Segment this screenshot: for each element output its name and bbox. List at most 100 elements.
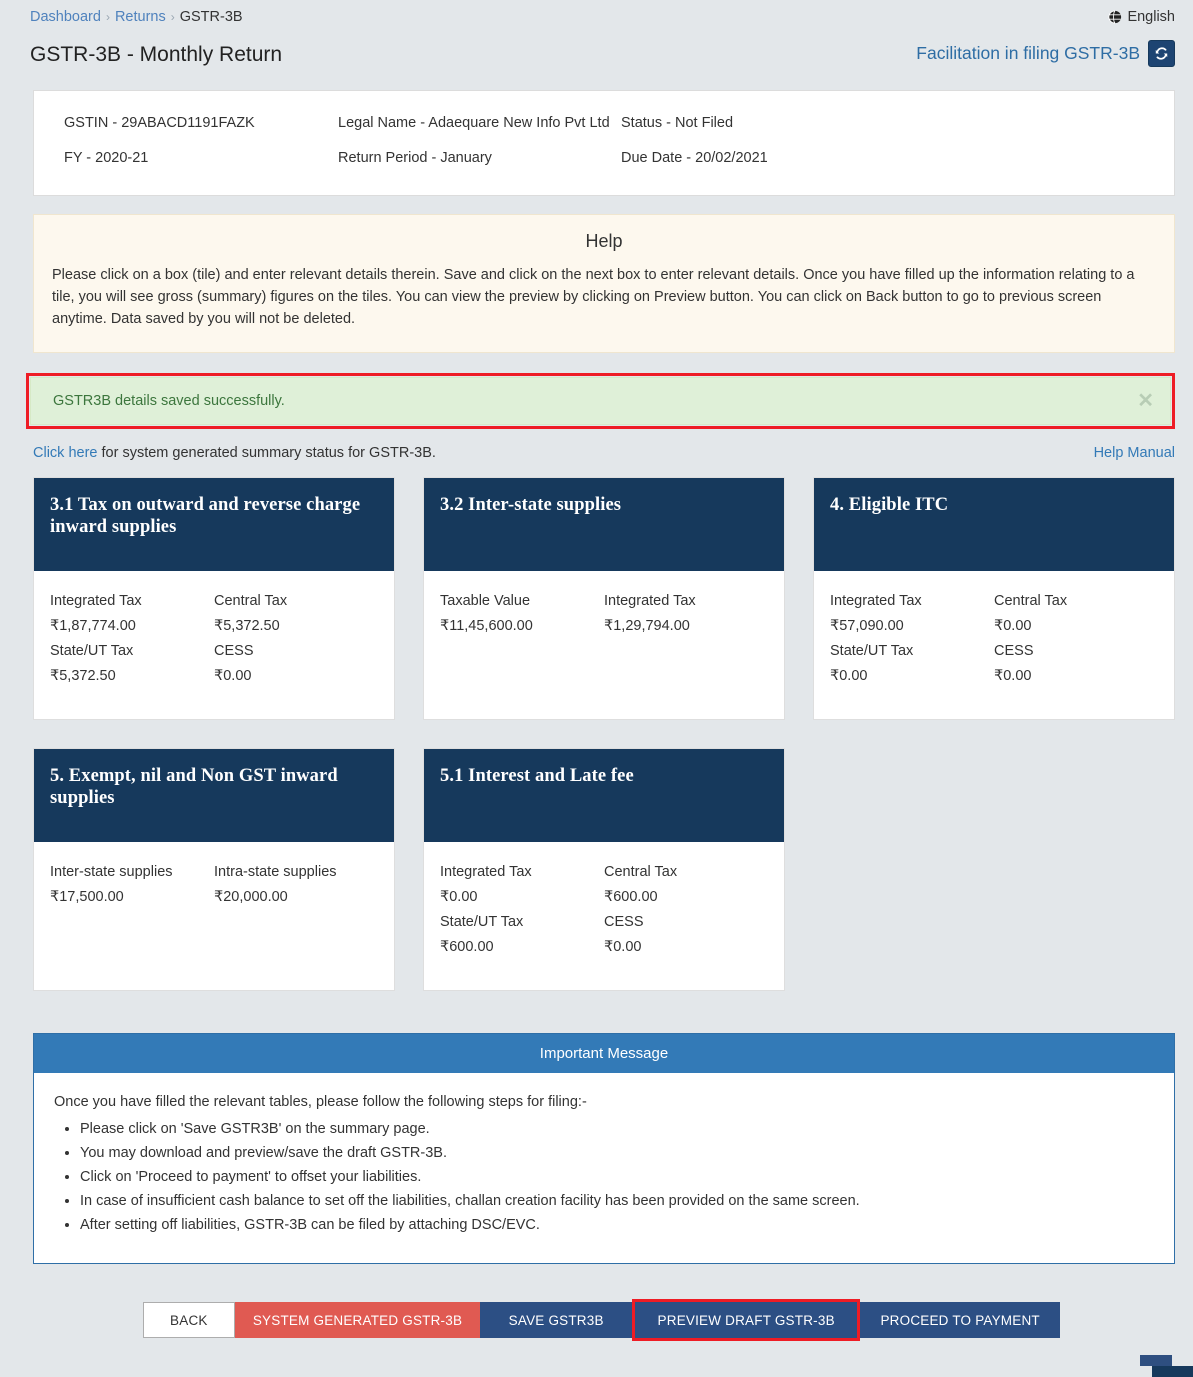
- corner-widget-top: [1140, 1355, 1172, 1366]
- important-message-body: Once you have filled the relevant tables…: [34, 1073, 1174, 1263]
- gstr3b-page: Dashboard › Returns › GSTR-3B English GSTR-3…: [0, 0, 1193, 1377]
- tile-field: Central Tax ₹0.00: [994, 589, 1158, 639]
- proceed-to-payment-button[interactable]: PROCEED TO PAYMENT: [860, 1302, 1061, 1338]
- tile-body: Inter-state supplies ₹17,500.00 Intra-st…: [34, 842, 394, 957]
- info-legal-name: Legal Name - Adaequare New Info Pvt Ltd: [338, 115, 610, 131]
- tile-field: Intra-state supplies ₹20,000.00: [214, 860, 378, 910]
- tile-5-exempt-supplies[interactable]: 5. Exempt, nil and Non GST inward suppli…: [33, 748, 395, 991]
- info-row: FY - 2020-21 Return Period - January Due…: [50, 148, 1158, 169]
- tile-header: 3.2 Inter-state supplies: [424, 478, 784, 571]
- tile-field: Integrated Tax ₹0.00: [440, 860, 604, 910]
- tile-3-2[interactable]: 3.2 Inter-state supplies Taxable Value ₹…: [423, 477, 785, 720]
- list-item: Please click on 'Save GSTR3B' on the sum…: [80, 1117, 1156, 1141]
- tile-field: Inter-state supplies ₹17,500.00: [50, 860, 214, 910]
- facilitation-group: Facilitation in filing GSTR-3B: [916, 40, 1175, 67]
- tile-5-1-interest-late-fee[interactable]: 5.1 Interest and Late fee Integrated Tax…: [423, 748, 785, 991]
- tile-body: Integrated Tax ₹1,87,774.00 Central Tax …: [34, 571, 394, 719]
- close-icon[interactable]: ✕: [1137, 391, 1154, 411]
- tile-field-value: ₹17,500.00: [50, 889, 124, 905]
- tile-header: 5.1 Interest and Late fee: [424, 749, 784, 842]
- breadcrumb-item-dashboard[interactable]: Dashboard: [30, 9, 101, 25]
- tile-field-value: ₹5,372.50: [214, 618, 280, 634]
- language-label: English: [1127, 9, 1175, 25]
- tile-field: CESS ₹0.00: [604, 910, 768, 960]
- sub-links-row: Click here for system generated summary …: [33, 445, 1175, 461]
- system-generated-gstr3b-button[interactable]: SYSTEM GENERATED GSTR-3B: [234, 1302, 481, 1338]
- tile-field: CESS ₹0.00: [994, 639, 1158, 689]
- tile-field-value: ₹0.00: [830, 668, 868, 684]
- important-message-panel: Important Message Once you have filled t…: [33, 1033, 1175, 1264]
- success-alert: GSTR3B details saved successfully. ✕: [30, 377, 1171, 425]
- tile-field-value: ₹1,29,794.00: [604, 618, 690, 634]
- tile-field-value: ₹600.00: [604, 889, 658, 905]
- refresh-button[interactable]: [1148, 40, 1175, 67]
- tile-field-value: ₹0.00: [214, 668, 252, 684]
- important-message-intro: Once you have filled the relevant tables…: [54, 1094, 587, 1110]
- tile-field-label: Central Tax: [604, 864, 678, 880]
- tile-field-label: Integrated Tax: [50, 593, 142, 609]
- click-here-rest-text: for system generated summary status for …: [97, 445, 436, 461]
- tile-body: Integrated Tax ₹57,090.00 Central Tax ₹0…: [814, 571, 1174, 719]
- help-title: Help: [585, 231, 623, 251]
- tile-title: 3.1 Tax on outward and reverse charge in…: [50, 495, 361, 537]
- tile-header: 5. Exempt, nil and Non GST inward suppli…: [34, 749, 394, 842]
- taxpayer-info-panel: GSTIN - 29ABACD1191FAZK Legal Name - Ada…: [33, 90, 1175, 196]
- tile-body: Integrated Tax ₹0.00 Central Tax ₹600.00…: [424, 842, 784, 990]
- tile-3-1[interactable]: 3.1 Tax on outward and reverse charge in…: [33, 477, 395, 720]
- footer-actions: BACK SYSTEM GENERATED GSTR-3B SAVE GSTR3…: [0, 1299, 1193, 1341]
- tile-field-value: ₹0.00: [604, 939, 642, 955]
- tile-body: Taxable Value ₹11,45,600.00 Integrated T…: [424, 571, 784, 686]
- info-fy: FY - 2020-21: [64, 150, 149, 166]
- system-summary-line: Click here for system generated summary …: [33, 445, 1094, 461]
- info-row: GSTIN - 29ABACD1191FAZK Legal Name - Ada…: [50, 113, 1158, 134]
- tile-field: State/UT Tax ₹600.00: [440, 910, 604, 960]
- tile-field-label: Integrated Tax: [604, 593, 696, 609]
- help-text: Please click on a box (tile) and enter r…: [52, 267, 1135, 327]
- save-gstr3b-button[interactable]: SAVE GSTR3B: [480, 1302, 633, 1338]
- tile-title: 5. Exempt, nil and Non GST inward suppli…: [50, 766, 338, 808]
- success-alert-highlight: GSTR3B details saved successfully. ✕: [26, 373, 1175, 429]
- tile-title: 4. Eligible ITC: [830, 495, 949, 515]
- tile-field-label: CESS: [994, 643, 1034, 659]
- breadcrumb-item-gstr3b: GSTR-3B: [179, 9, 243, 25]
- preview-button-highlight: PREVIEW DRAFT GSTR-3B: [632, 1299, 861, 1341]
- tile-field: State/UT Tax ₹0.00: [830, 639, 994, 689]
- click-here-link[interactable]: Click here: [33, 445, 97, 461]
- tile-field-label: CESS: [214, 643, 254, 659]
- tile-field-value: ₹0.00: [994, 668, 1032, 684]
- tile-header: 3.1 Tax on outward and reverse charge in…: [34, 478, 394, 571]
- tile-4-eligible-itc[interactable]: 4. Eligible ITC Integrated Tax ₹57,090.0…: [813, 477, 1175, 720]
- info-status: Status - Not Filed: [621, 115, 734, 131]
- breadcrumb-separator: ›: [170, 10, 175, 24]
- globe-icon: [1108, 10, 1122, 24]
- tile-field: State/UT Tax ₹5,372.50: [50, 639, 214, 689]
- summary-tiles: 3.1 Tax on outward and reverse charge in…: [33, 477, 1175, 991]
- success-alert-message: GSTR3B details saved successfully.: [53, 393, 285, 409]
- corner-widget[interactable]: [1140, 1355, 1193, 1377]
- tile-field-label: Central Tax: [214, 593, 288, 609]
- tile-field-label: State/UT Tax: [440, 914, 524, 930]
- tile-field-label: State/UT Tax: [50, 643, 134, 659]
- facilitation-link[interactable]: Facilitation in filing GSTR-3B: [916, 43, 1140, 64]
- list-item: In case of insufficient cash balance to …: [80, 1189, 1156, 1213]
- corner-widget-bottom: [1152, 1366, 1193, 1377]
- info-gstin: GSTIN - 29ABACD1191FAZK: [64, 115, 255, 131]
- breadcrumb-item-returns[interactable]: Returns: [115, 9, 166, 25]
- page-title: GSTR-3B - Monthly Return: [30, 43, 283, 66]
- preview-draft-gstr3b-button[interactable]: PREVIEW DRAFT GSTR-3B: [635, 1302, 858, 1338]
- tile-field: Central Tax ₹600.00: [604, 860, 768, 910]
- info-return-period: Return Period - January: [338, 150, 492, 166]
- tile-field: Integrated Tax ₹1,29,794.00: [604, 589, 768, 639]
- back-button[interactable]: BACK: [142, 1302, 235, 1338]
- language-selector[interactable]: English: [1108, 9, 1175, 25]
- important-message-heading: Important Message: [34, 1034, 1174, 1073]
- tile-field-label: Taxable Value: [440, 593, 531, 609]
- help-manual-link[interactable]: Help Manual: [1094, 445, 1175, 461]
- tile-field: Taxable Value ₹11,45,600.00: [440, 589, 604, 639]
- tile-field-label: Inter-state supplies: [50, 864, 173, 880]
- top-bar: Dashboard › Returns › GSTR-3B English: [0, 0, 1193, 36]
- important-message-steps: Please click on 'Save GSTR3B' on the sum…: [80, 1117, 1156, 1237]
- tile-field-label: CESS: [604, 914, 644, 930]
- tile-field-value: ₹600.00: [440, 939, 494, 955]
- tile-field-label: Integrated Tax: [440, 864, 532, 880]
